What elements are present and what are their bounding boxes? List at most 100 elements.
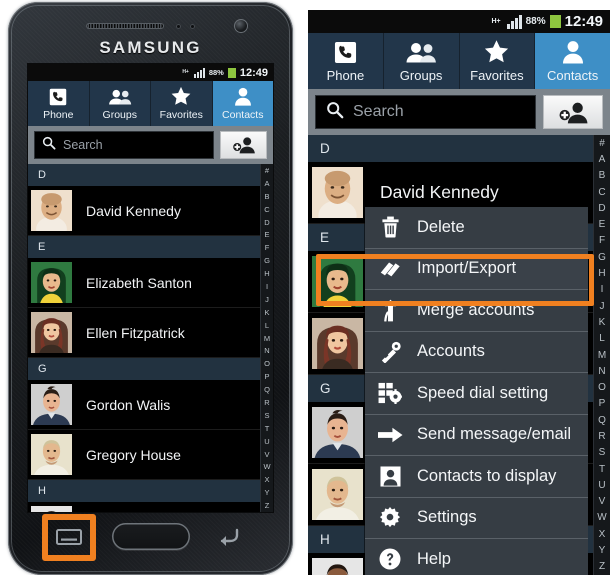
alpha-index-item[interactable]: Y xyxy=(594,542,610,558)
alpha-index-item[interactable]: J xyxy=(594,298,610,314)
alpha-index-item[interactable]: W xyxy=(261,460,273,473)
battery-icon xyxy=(549,15,561,28)
alpha-index-item[interactable]: A xyxy=(594,151,610,167)
phone-handset-icon xyxy=(334,39,357,65)
search-input[interactable]: Search xyxy=(34,131,214,159)
tab-contacts[interactable]: Contacts xyxy=(535,33,610,89)
alpha-index-item[interactable]: O xyxy=(594,379,610,395)
alpha-index-item[interactable]: Y xyxy=(261,486,273,499)
add-contact-button[interactable] xyxy=(220,131,267,159)
menu-item-accounts[interactable]: Accounts xyxy=(365,332,588,373)
alpha-index-item[interactable]: D xyxy=(261,216,273,229)
avatar xyxy=(312,558,363,575)
add-contact-button[interactable] xyxy=(543,95,603,129)
contact-row[interactable]: Ellen Fitzpatrick xyxy=(28,308,273,358)
alpha-index-item[interactable]: G xyxy=(594,249,610,265)
alpha-index-item[interactable]: Z xyxy=(261,499,273,512)
alpha-index-item[interactable]: V xyxy=(594,494,610,510)
tab-bar: Phone Groups Favorites Contacts xyxy=(308,33,610,89)
alpha-index-item[interactable]: D xyxy=(594,200,610,216)
alpha-index-item[interactable]: A xyxy=(261,177,273,190)
alpha-index-item[interactable]: K xyxy=(594,314,610,330)
alpha-index-item[interactable]: T xyxy=(261,422,273,435)
alpha-index-item[interactable]: S xyxy=(261,409,273,422)
help-icon xyxy=(377,546,403,572)
alpha-index-item[interactable]: E xyxy=(594,216,610,232)
alphabet-index[interactable]: # A B C D E F G H I J K L M N O P Q R S xyxy=(593,135,610,575)
menu-item-delete[interactable]: Delete xyxy=(365,207,588,249)
contact-name: Gregory House xyxy=(86,446,181,463)
menu-item-send-message-email[interactable]: Send message/email xyxy=(365,415,588,456)
alpha-index-item[interactable]: Q xyxy=(594,412,610,428)
search-placeholder: Search xyxy=(63,138,103,152)
alpha-index-item[interactable]: N xyxy=(594,363,610,379)
alpha-index-item[interactable]: S xyxy=(594,445,610,461)
menu-item-label: Speed dial setting xyxy=(417,383,549,402)
alpha-index-item[interactable]: O xyxy=(261,357,273,370)
alpha-index-item[interactable]: B xyxy=(594,168,610,184)
menu-item-import-export[interactable]: Import/Export xyxy=(365,248,588,290)
contact-row[interactable]: Hugh Hefner xyxy=(28,502,273,512)
speed-dial-icon xyxy=(377,380,403,406)
alpha-index-item[interactable]: F xyxy=(594,233,610,249)
alpha-index-item[interactable]: M xyxy=(261,332,273,345)
tab-favorites[interactable]: Favorites xyxy=(459,33,536,89)
tab-groups[interactable]: Groups xyxy=(89,81,151,126)
alpha-index-item[interactable]: P xyxy=(594,396,610,412)
alpha-index-item[interactable]: H xyxy=(594,265,610,281)
contact-row[interactable]: David Kennedy xyxy=(28,186,273,236)
menu-item-settings[interactable]: Settings xyxy=(365,498,588,539)
alphabet-index[interactable]: # A B C D E F G H I J K L M N O P Q R S … xyxy=(260,164,273,512)
alpha-index-item[interactable]: B xyxy=(261,190,273,203)
alpha-index-item[interactable]: # xyxy=(594,135,610,151)
tab-groups[interactable]: Groups xyxy=(383,33,460,89)
alpha-index-item[interactable]: V xyxy=(261,448,273,461)
menu-item-merge-accounts[interactable]: Merge accounts xyxy=(365,290,588,332)
alpha-index-item[interactable]: J xyxy=(261,293,273,306)
back-button[interactable] xyxy=(214,526,242,548)
alpha-index-item[interactable]: F xyxy=(261,241,273,254)
alpha-index-item[interactable]: Z xyxy=(594,559,610,575)
alpha-index-item[interactable]: I xyxy=(594,282,610,298)
search-input[interactable]: Search xyxy=(315,95,536,129)
tab-favorites[interactable]: Favorites xyxy=(151,81,213,126)
avatar xyxy=(31,506,72,512)
alpha-index-item[interactable]: W xyxy=(594,510,610,526)
alpha-index-item[interactable]: P xyxy=(261,370,273,383)
tab-contacts[interactable]: Contacts xyxy=(212,81,273,126)
alpha-index-item[interactable]: I xyxy=(261,280,273,293)
alpha-index-item[interactable]: N xyxy=(261,344,273,357)
alpha-index-item[interactable]: # xyxy=(261,164,273,177)
contact-row[interactable]: Gregory House xyxy=(28,430,273,480)
contact-row[interactable]: Elizabeth Santon xyxy=(28,258,273,308)
alpha-index-item[interactable]: C xyxy=(594,184,610,200)
alpha-index-item[interactable]: C xyxy=(261,203,273,216)
alpha-index-item[interactable]: Q xyxy=(261,383,273,396)
alpha-index-item[interactable]: L xyxy=(261,319,273,332)
home-button[interactable] xyxy=(112,523,190,550)
avatar xyxy=(312,318,363,369)
tab-phone[interactable]: Phone xyxy=(308,33,384,89)
alpha-index-item[interactable]: U xyxy=(261,435,273,448)
alpha-index-item[interactable]: G xyxy=(261,254,273,267)
menu-item-speed-dial-setting[interactable]: Speed dial setting xyxy=(365,373,588,415)
alpha-index-item[interactable]: T xyxy=(594,461,610,477)
tab-phone[interactable]: Phone xyxy=(28,81,90,126)
alpha-index-item[interactable]: E xyxy=(261,228,273,241)
alpha-index-item[interactable]: R xyxy=(594,428,610,444)
menu-item-help[interactable]: Help xyxy=(365,539,588,575)
options-menu[interactable]: Delete Import/Export Merge accounts Acco… xyxy=(365,207,588,575)
alpha-index-item[interactable]: X xyxy=(594,526,610,542)
alpha-index-item[interactable]: L xyxy=(594,331,610,347)
alpha-index-item[interactable]: H xyxy=(261,267,273,280)
contacts-list[interactable]: D David Kennedy E Elizabeth Santon Ellen… xyxy=(28,164,273,512)
menu-button[interactable] xyxy=(54,526,84,548)
alpha-index-item[interactable]: K xyxy=(261,306,273,319)
contact-row[interactable]: Gordon Walis xyxy=(28,380,273,430)
alpha-index-item[interactable]: M xyxy=(594,347,610,363)
alpha-index-item[interactable]: X xyxy=(261,473,273,486)
avatar xyxy=(31,312,72,353)
menu-item-contacts-to-display[interactable]: Contacts to display xyxy=(365,456,588,498)
alpha-index-item[interactable]: R xyxy=(261,396,273,409)
alpha-index-item[interactable]: U xyxy=(594,477,610,493)
